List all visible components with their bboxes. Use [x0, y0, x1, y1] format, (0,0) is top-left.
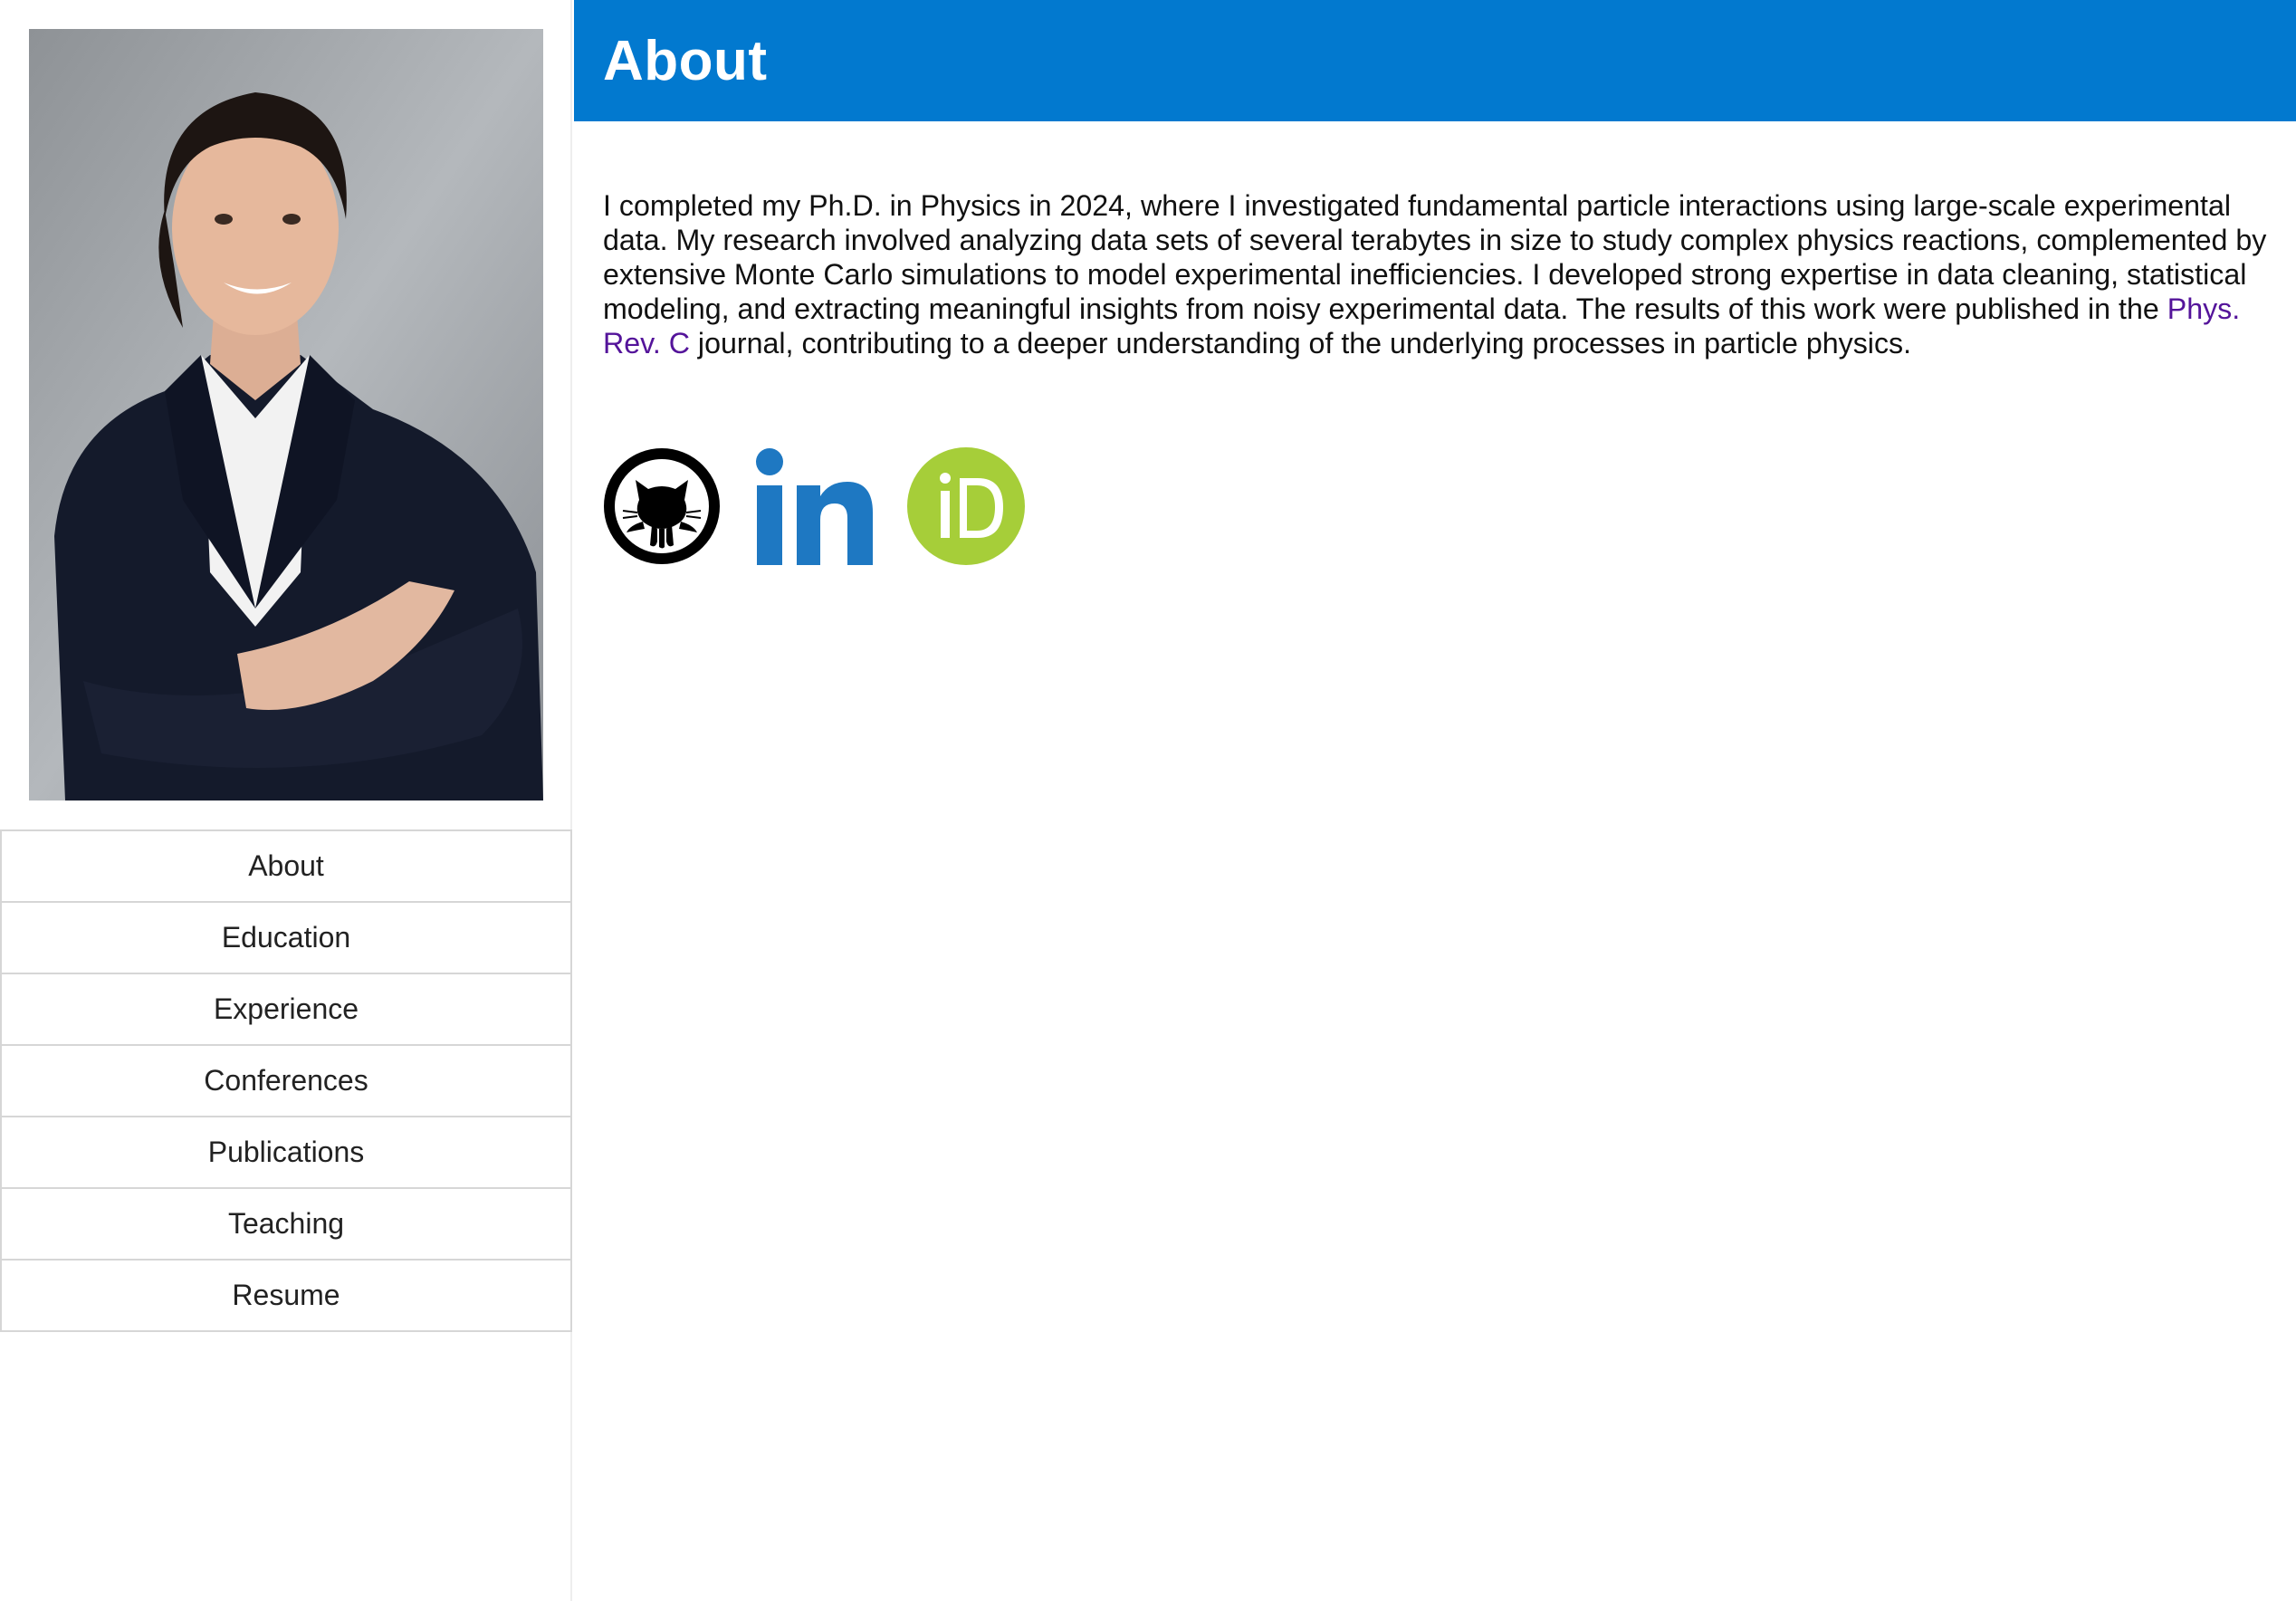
nav-item-education[interactable]: Education [0, 901, 572, 974]
nav-item-about[interactable]: About [0, 829, 572, 903]
nav-item-teaching[interactable]: Teaching [0, 1187, 572, 1261]
sidebar-nav: About Education Experience Conferences P… [0, 829, 572, 1332]
about-text-after-link: journal, contributing to a deeper unders… [689, 327, 1912, 360]
about-paragraph: I completed my Ph.D. in Physics in 2024,… [603, 188, 2287, 360]
social-links [603, 447, 1059, 565]
sidebar: About Education Experience Conferences P… [0, 0, 572, 1601]
linkedin-link[interactable] [755, 447, 873, 565]
nav-item-resume[interactable]: Resume [0, 1259, 572, 1332]
github-link[interactable] [603, 447, 721, 565]
orcid-link[interactable] [907, 447, 1025, 565]
profile-photo-illustration [29, 29, 543, 800]
nav-item-experience[interactable]: Experience [0, 973, 572, 1046]
about-text-before-link: I completed my Ph.D. in Physics in 2024,… [603, 189, 2267, 325]
page: About Education Experience Conferences P… [0, 0, 2296, 1601]
nav-item-conferences[interactable]: Conferences [0, 1044, 572, 1117]
page-title: About [603, 29, 768, 92]
main-content: About I completed my Ph.D. in Physics in… [574, 0, 2296, 1601]
linkedin-icon [756, 448, 873, 565]
profile-photo [29, 29, 543, 800]
nav-item-publications[interactable]: Publications [0, 1116, 572, 1189]
page-header: About [574, 0, 2296, 121]
orcid-icon [907, 447, 1025, 565]
github-icon [604, 448, 720, 564]
